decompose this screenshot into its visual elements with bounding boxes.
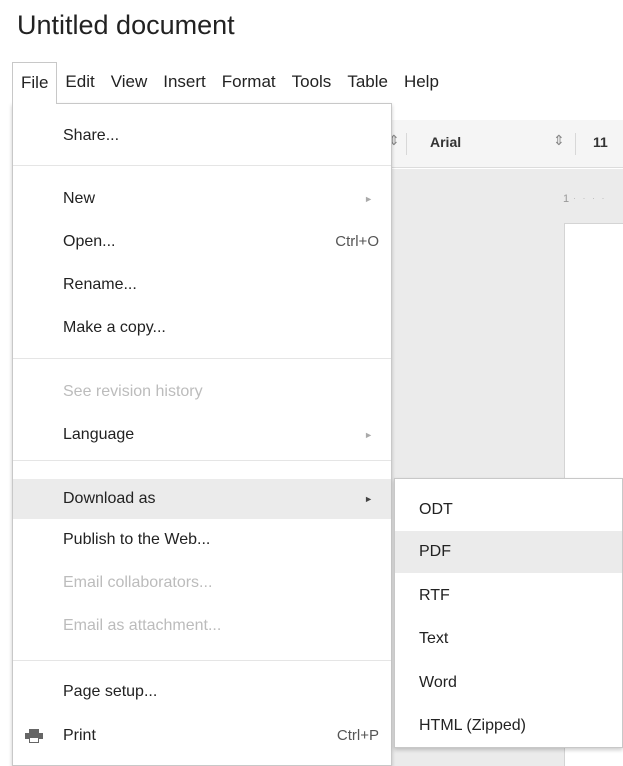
menu-item-label: Share... [63, 127, 120, 144]
menu-separator [13, 358, 391, 359]
shortcut-label: Ctrl+P [336, 727, 379, 744]
menu-item-print[interactable]: Print Ctrl+P [13, 718, 391, 754]
ruler-label: 1 [563, 193, 570, 205]
menu-item-label: Email as attachment... [63, 617, 222, 634]
toolbar: ⇕ Arial ⇕ 11 [386, 120, 623, 168]
menu-item-publish[interactable]: Publish to the Web... [13, 522, 391, 558]
menu-item-label: Language [63, 426, 135, 443]
document-title[interactable]: Untitled document [17, 10, 235, 41]
menu-item-revision-history: See revision history [13, 374, 391, 410]
menu-item-share[interactable]: Share... [13, 118, 391, 154]
menu-separator [13, 660, 391, 661]
submenu-item-label: Word [419, 674, 457, 691]
font-size-select[interactable]: 11 [593, 134, 608, 150]
download-submenu: ODT PDF RTF Text Word HTML (Zipped) [394, 478, 623, 748]
submenu-item-word[interactable]: Word [395, 662, 622, 704]
triangle-right-icon: ► [364, 194, 373, 204]
menu-item-label: Rename... [63, 276, 137, 293]
menu-item-open[interactable]: Open... Ctrl+O [13, 224, 391, 260]
submenu-item-pdf[interactable]: PDF [395, 531, 622, 573]
menu-edit[interactable]: Edit [57, 62, 102, 104]
submenu-item-html-zipped[interactable]: HTML (Zipped) [395, 705, 622, 747]
submenu-item-label: HTML (Zipped) [419, 717, 526, 734]
menu-separator [13, 460, 391, 461]
menu-item-make-copy[interactable]: Make a copy... [13, 310, 391, 346]
menu-item-label: Make a copy... [63, 319, 166, 336]
menu-item-page-setup[interactable]: Page setup... [13, 674, 391, 710]
submenu-item-rtf[interactable]: RTF [395, 575, 622, 617]
menu-item-language[interactable]: Language ► [13, 417, 391, 453]
menu-separator [13, 165, 391, 166]
file-menu: Share... New ► Open... Ctrl+O Rename... … [12, 103, 392, 766]
menu-item-label: Page setup... [63, 683, 158, 700]
menu-item-label: New [63, 190, 96, 207]
submenu-item-label: ODT [419, 501, 453, 518]
menu-item-rename[interactable]: Rename... [13, 267, 391, 303]
menu-help[interactable]: Help [396, 62, 447, 104]
toolbar-divider [575, 133, 576, 155]
menu-view[interactable]: View [103, 62, 156, 104]
menu-item-download-as[interactable]: Download as ► [13, 479, 391, 519]
shortcut-label: Ctrl+O [335, 233, 379, 250]
menu-item-label: Email collaborators... [63, 574, 213, 591]
submenu-item-odt[interactable]: ODT [395, 489, 622, 531]
menu-tools[interactable]: Tools [284, 62, 340, 104]
menu-format[interactable]: Format [214, 62, 284, 104]
menu-item-email-attachment: Email as attachment... [13, 608, 391, 644]
menu-item-label: Download as [63, 490, 156, 507]
menu-item-label: Open... [63, 233, 116, 250]
menu-item-email-collaborators: Email collaborators... [13, 565, 391, 601]
ruler-ticks: · · · · [573, 193, 607, 203]
menu-table[interactable]: Table [339, 62, 396, 104]
menu-item-label: Publish to the Web... [63, 531, 211, 548]
font-select[interactable]: Arial [430, 134, 461, 150]
menu-insert[interactable]: Insert [155, 62, 214, 104]
triangle-right-icon: ► [364, 494, 373, 504]
printer-icon [25, 729, 43, 743]
submenu-item-text[interactable]: Text [395, 618, 622, 660]
submenu-item-label: Text [419, 630, 449, 647]
menu-item-new[interactable]: New ► [13, 181, 391, 217]
menu-item-label: See revision history [63, 383, 203, 400]
menu-item-label: Print [63, 727, 96, 744]
up-down-arrows-icon[interactable]: ⇕ [553, 132, 565, 149]
triangle-right-icon: ► [364, 430, 373, 440]
menu-file[interactable]: File [12, 62, 58, 104]
submenu-item-label: PDF [419, 543, 451, 560]
menu-bar: File Edit View Insert Format Tools Table… [12, 62, 447, 104]
submenu-item-label: RTF [419, 587, 450, 604]
toolbar-divider [406, 133, 407, 155]
